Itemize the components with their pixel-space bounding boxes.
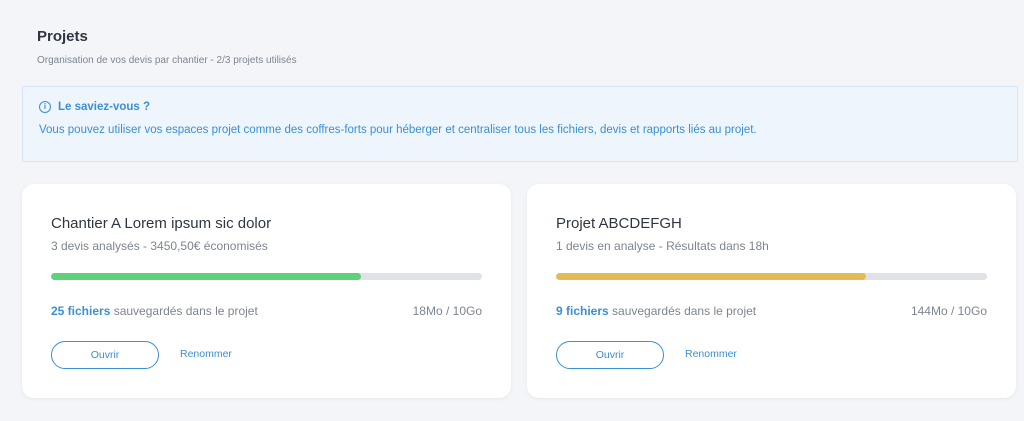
info-banner-text: Vous pouvez utiliser vos espaces projet …	[39, 124, 757, 136]
project-title: Chantier A Lorem ipsum sic dolor	[51, 215, 272, 232]
page-title: Projets	[37, 28, 88, 45]
open-project-button[interactable]: Ouvrir	[556, 341, 664, 369]
project-files-info: 25 fichiers sauvegardés dans le projet	[51, 304, 258, 318]
project-storage-usage: 144Mo / 10Go	[910, 304, 987, 318]
project-files-suffix: sauvegardés dans le projet	[608, 304, 757, 318]
project-progress-fill	[51, 273, 362, 280]
project-subtitle: 3 devis analysés - 3450,50€ économisés	[51, 239, 268, 253]
info-icon: i	[39, 101, 51, 113]
project-files-info: 9 fichiers sauvegardés dans le projet	[556, 304, 756, 318]
page-header: Projets Organisation de vos devis par ch…	[37, 28, 297, 66]
project-card: Chantier A Lorem ipsum sic dolor 3 devis…	[22, 184, 511, 398]
project-subtitle: 1 devis en analyse - Résultats dans 18h	[556, 239, 769, 253]
project-title: Projet ABCDEFGH	[556, 215, 682, 232]
project-progress-bar	[556, 273, 987, 280]
info-banner-header: i Le saviez-vous ?	[39, 101, 1001, 113]
page-subtitle: Organisation de vos devis par chantier -…	[37, 55, 297, 66]
info-banner: i Le saviez-vous ? Vous pouvez utiliser …	[22, 86, 1018, 162]
rename-project-link[interactable]: Renommer	[685, 348, 737, 360]
project-progress-bar	[51, 273, 482, 280]
project-files-suffix: sauvegardés dans le projet	[110, 304, 258, 318]
rename-project-link[interactable]: Renommer	[180, 348, 232, 360]
open-project-button[interactable]: Ouvrir	[51, 341, 159, 369]
info-banner-title: Le saviez-vous ?	[58, 101, 151, 113]
project-storage-usage: 18Mo / 10Go	[412, 304, 482, 318]
project-progress-fill	[556, 273, 867, 280]
project-files-count: 9 fichiers	[556, 304, 609, 318]
project-card: Projet ABCDEFGH 1 devis en analyse - Rés…	[527, 184, 1016, 398]
project-files-count: 25 fichiers	[51, 304, 111, 318]
